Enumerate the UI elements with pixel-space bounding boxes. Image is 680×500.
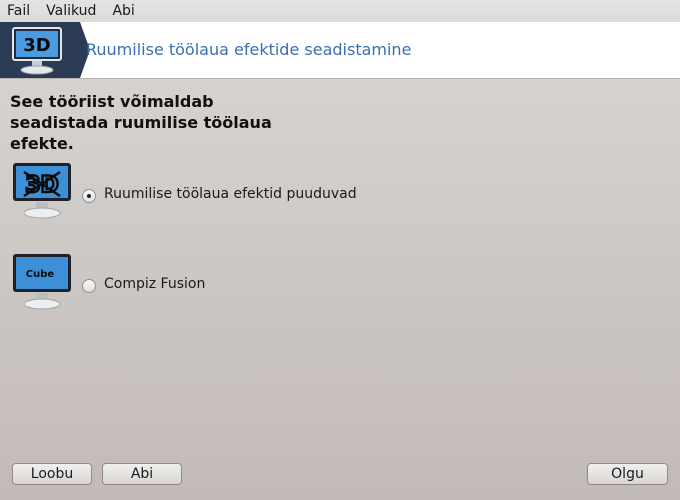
description-text: See tööriist võimaldab seadistada ruumil… xyxy=(10,92,272,153)
banner-icon-container: 3D xyxy=(0,22,90,78)
menu-options[interactable]: Valikud xyxy=(38,3,104,19)
cube-monitor-icon: Cube xyxy=(13,254,71,310)
menu-help[interactable]: Abi xyxy=(104,3,142,19)
option-no-effects[interactable]: 3D Ruumilise töölaua efektid puuduvad xyxy=(12,162,512,222)
menu-file[interactable]: Fail xyxy=(0,3,38,19)
radio-no-effects[interactable] xyxy=(82,189,96,203)
option-no-effects-label[interactable]: Ruumilise töölaua efektid puuduvad xyxy=(104,186,357,202)
menu-bar: Fail Valikud Abi xyxy=(0,0,680,22)
no-3d-monitor-icon: 3D xyxy=(13,163,71,219)
option-compiz-fusion[interactable]: Cube Compiz Fusion xyxy=(12,253,512,313)
ok-button[interactable]: Olgu xyxy=(587,463,668,485)
header-banner: 3D Ruumilise töölaua efektide seadistami… xyxy=(0,22,680,79)
option-compiz-fusion-label[interactable]: Compiz Fusion xyxy=(104,276,205,292)
cancel-button[interactable]: Loobu xyxy=(12,463,92,485)
cube-icon-text: Cube xyxy=(26,269,55,280)
banner-icon-text: 3D xyxy=(23,35,50,56)
radio-compiz-fusion[interactable] xyxy=(82,279,96,293)
page-title: Ruumilise töölaua efektide seadistamine xyxy=(86,40,412,59)
3d-monitor-icon: 3D xyxy=(12,27,62,75)
help-button[interactable]: Abi xyxy=(102,463,182,485)
